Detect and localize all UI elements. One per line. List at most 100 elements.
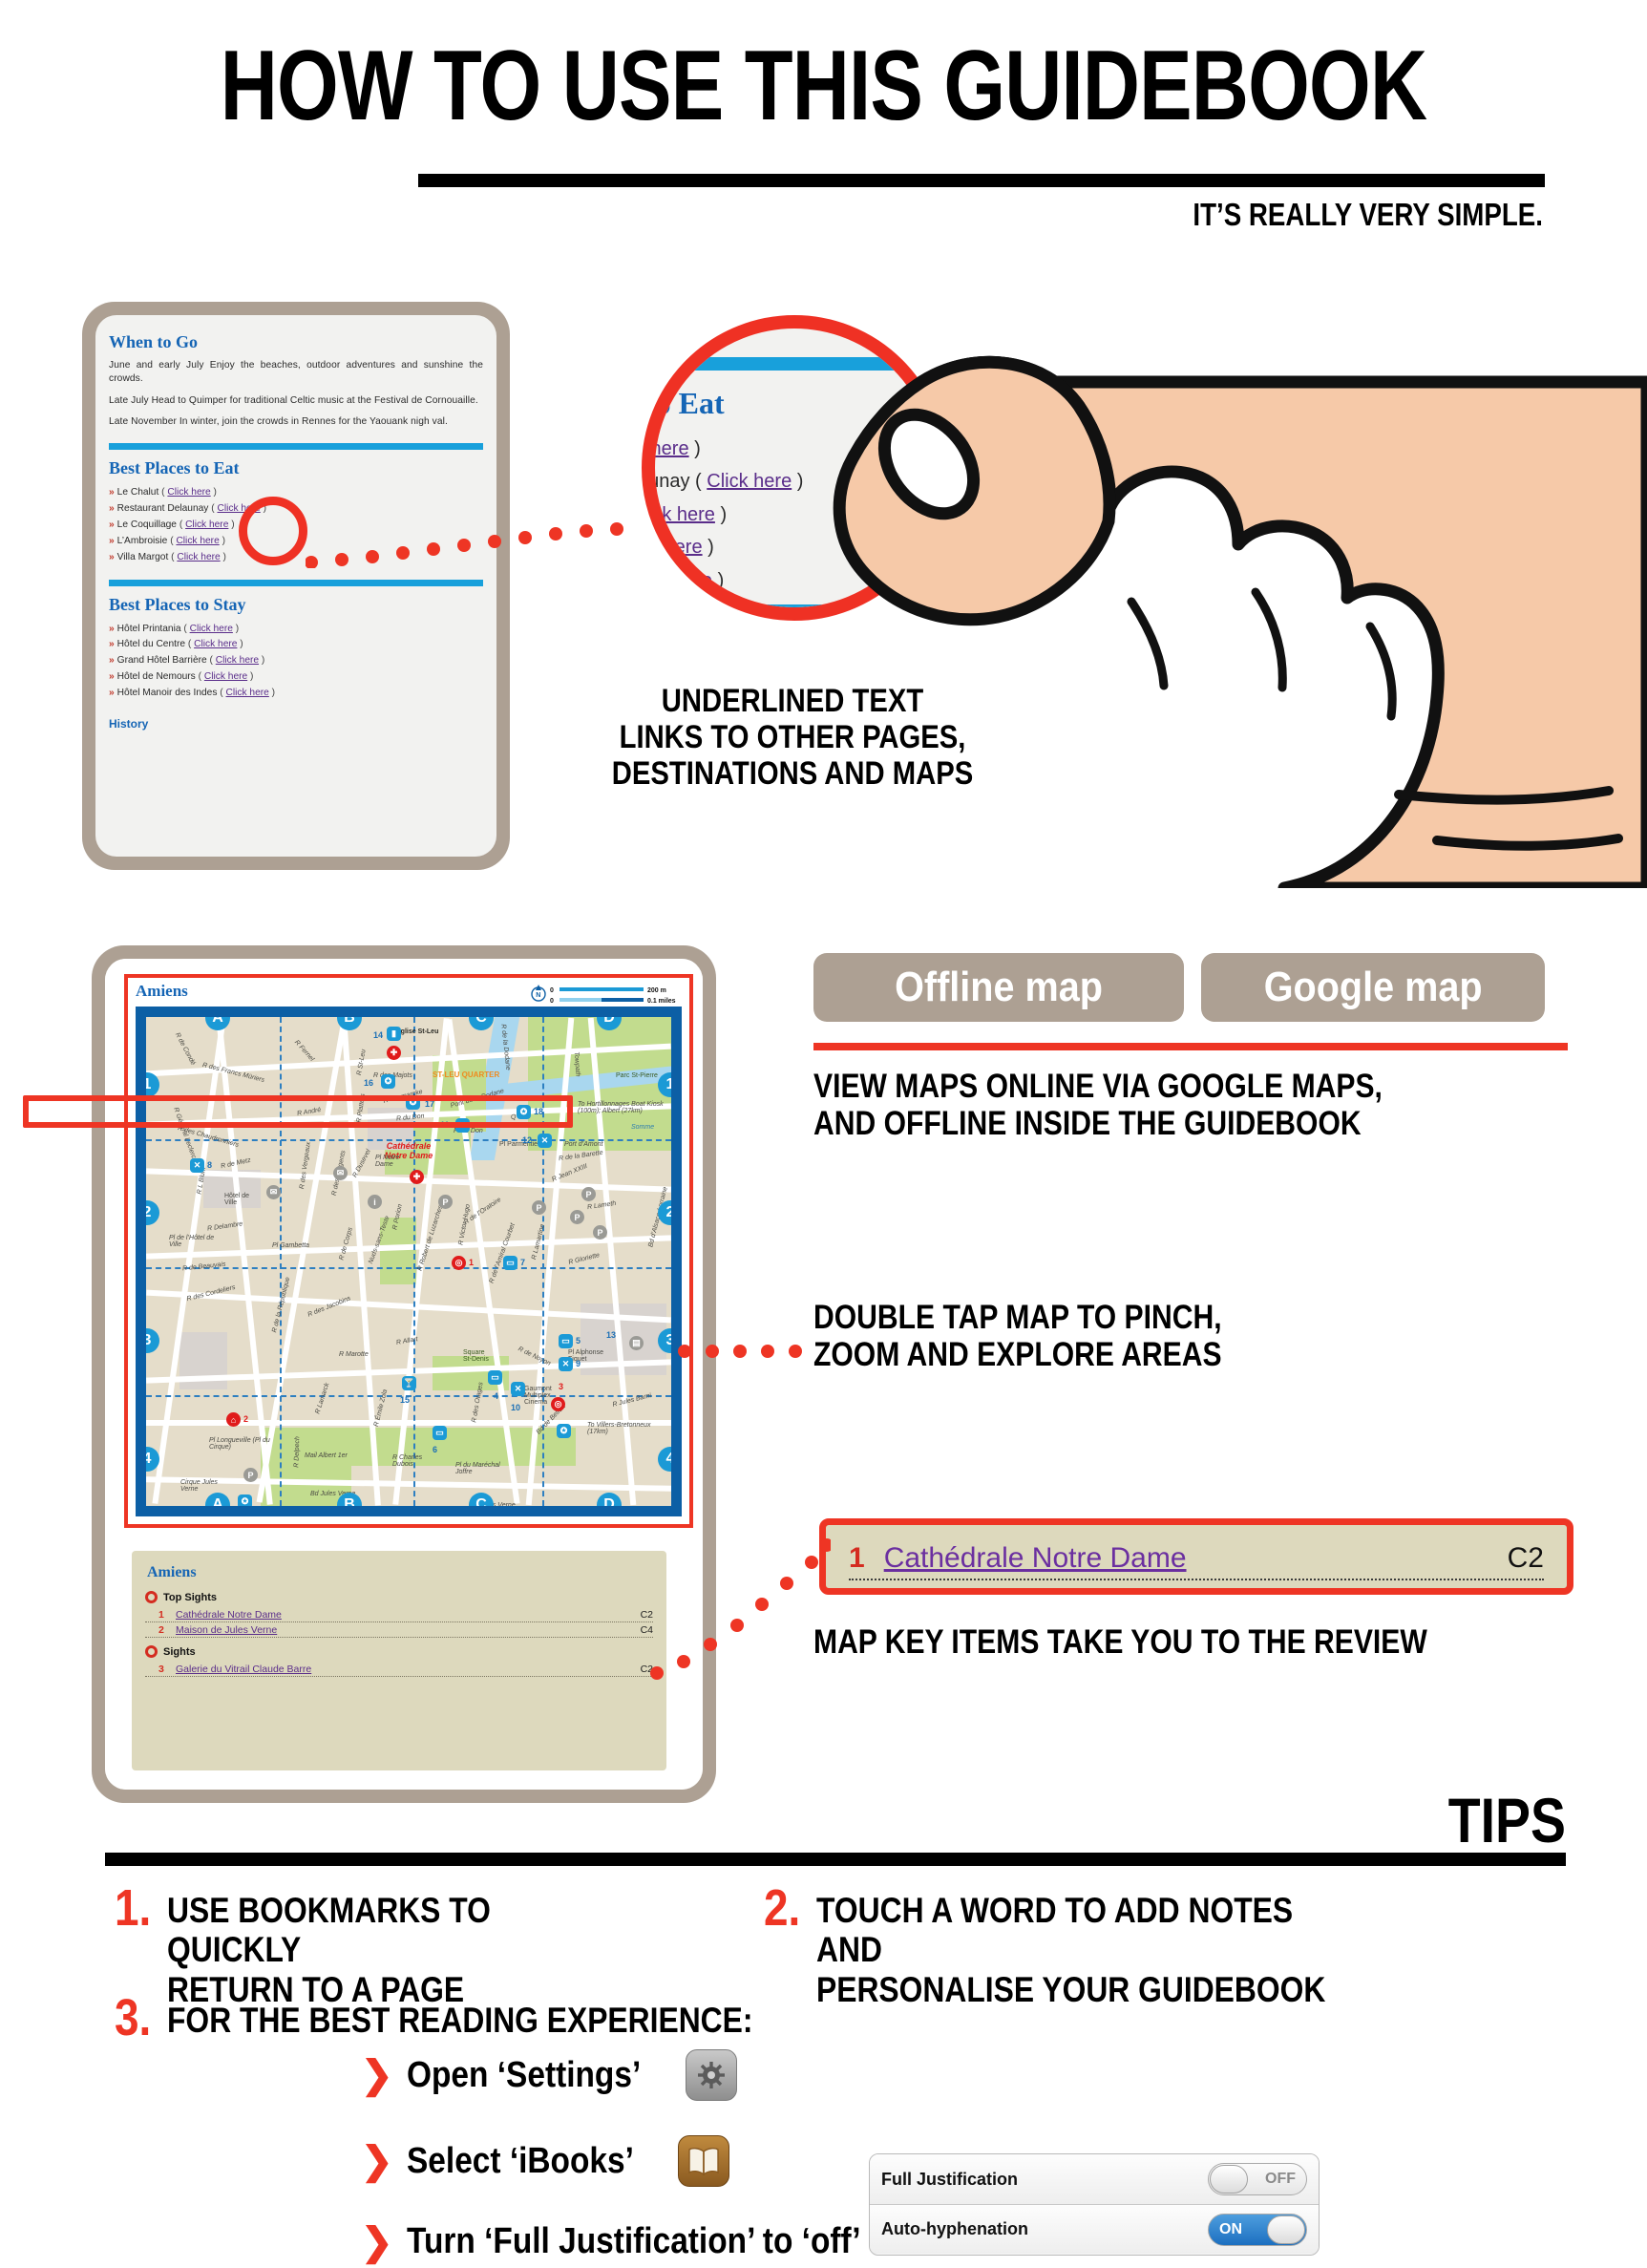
map-pin-parking-icon[interactable]: P xyxy=(581,1187,596,1201)
substep-turn-off-justification[interactable]: ❯ Turn ‘Full Justification’ to ‘off’ xyxy=(361,2221,922,2262)
map-pin-food-icon[interactable]: ✕ xyxy=(538,1134,552,1148)
map-pin-hotel-icon[interactable]: ▭ xyxy=(488,1370,502,1385)
map-pin-sight-icon[interactable]: ◎ xyxy=(452,1256,466,1270)
map-key-row[interactable]: 1 Cathédrale Notre Dame C2 xyxy=(145,1607,653,1622)
offline-map-button[interactable]: Offline map xyxy=(813,953,1184,1022)
map-key-name[interactable]: Maison de Jules Verne xyxy=(176,1624,634,1636)
substep-select-ibooks[interactable]: ❯ Select ‘iBooks’ xyxy=(361,2135,729,2187)
click-here-link[interactable]: Click here xyxy=(176,536,219,546)
map-point-number[interactable]: 13 xyxy=(606,1330,616,1340)
map-pin-parking-icon[interactable]: P xyxy=(532,1200,546,1215)
map-pin-parking-icon[interactable]: P xyxy=(570,1210,584,1224)
list-item[interactable]: » Hôtel du Centre ( Click here ) xyxy=(109,637,483,653)
click-here-link[interactable]: Click here xyxy=(167,487,210,498)
map-point-number[interactable]: 14 xyxy=(373,1030,383,1040)
map-pin-star-icon[interactable]: ✪ xyxy=(557,1424,571,1438)
magnified-link[interactable]: Click here xyxy=(655,504,715,525)
map-pin-food-icon[interactable]: ✕ xyxy=(559,1357,573,1371)
connector-dots-callout xyxy=(650,1538,831,1680)
map-point-number[interactable]: 15 xyxy=(400,1395,410,1405)
map-point-number[interactable]: 1 xyxy=(469,1258,474,1267)
map-key-row[interactable]: 2 Maison de Jules Verne C4 xyxy=(145,1622,653,1638)
map-pin-parking-icon[interactable]: P xyxy=(593,1225,607,1240)
map-point-number[interactable]: 10 xyxy=(511,1403,520,1412)
map-point-number[interactable]: 2 xyxy=(243,1414,248,1424)
map-pin-monument-icon[interactable]: ❶ xyxy=(469,1506,483,1516)
map-key-name[interactable]: Cathédrale Notre Dame xyxy=(176,1609,634,1621)
substep-open-settings[interactable]: ❯ Open ‘Settings’ xyxy=(361,2049,738,2101)
map-pin-info-icon[interactable]: i xyxy=(368,1195,382,1209)
map-point-number[interactable]: 6 xyxy=(433,1445,437,1454)
map-point-number[interactable]: 4 xyxy=(494,1391,498,1401)
map-key-callout-box[interactable]: 1 Cathédrale Notre Dame C2 xyxy=(819,1518,1573,1595)
list-item[interactable]: » Hôtel Printania ( Click here ) xyxy=(109,622,483,638)
callout-name-link[interactable]: Cathédrale Notre Dame xyxy=(884,1542,1489,1575)
click-here-link[interactable]: Click here xyxy=(194,639,237,649)
map-pin-food-icon[interactable]: ✕ xyxy=(190,1158,204,1173)
map-pin-hotel-icon[interactable]: ▭ xyxy=(559,1334,573,1348)
map-pin-post-icon[interactable]: ✉ xyxy=(266,1185,281,1199)
auto-hyphenation-toggle[interactable]: ON xyxy=(1208,2213,1307,2246)
connector-dots-magnifier xyxy=(306,522,623,568)
list-item[interactable]: » Hôtel de Nemours ( Click here ) xyxy=(109,669,483,686)
map-point-number[interactable]: 16 xyxy=(364,1078,373,1088)
click-here-link[interactable]: Click here xyxy=(226,688,269,698)
click-here-link[interactable]: Click here xyxy=(204,671,247,682)
list-item[interactable]: » Le Chalut ( Click here ) xyxy=(109,485,483,501)
click-here-link[interactable]: Click here xyxy=(185,519,228,530)
caption-line-2: ZOOM AND EXPLORE AREAS xyxy=(813,1336,1222,1374)
map-label: Cirque Jules Verne xyxy=(180,1479,218,1493)
click-here-link[interactable]: Click here xyxy=(190,624,233,634)
full-justification-toggle[interactable]: OFF xyxy=(1208,2163,1307,2195)
paren-open: ( xyxy=(170,535,174,546)
map-pin-bar-icon[interactable]: 🍸 xyxy=(402,1376,416,1390)
click-here-link[interactable]: Click here xyxy=(216,655,259,666)
map-key-name[interactable]: Galerie du Vitrail Claude Barre xyxy=(176,1664,634,1675)
map-point-number[interactable]: 5 xyxy=(576,1336,581,1346)
map-pin-church-icon[interactable]: ✚ xyxy=(387,1046,401,1060)
map-label: R Fernel xyxy=(292,1039,316,1063)
book-icon[interactable] xyxy=(677,2135,729,2187)
map-pin-food-icon[interactable]: ✕ xyxy=(511,1382,525,1396)
click-here-link[interactable]: Click here xyxy=(177,552,220,562)
callout-coordinate: C2 xyxy=(1507,1542,1544,1574)
settings-row-full-justification[interactable]: Full Justification OFF xyxy=(870,2154,1319,2204)
map-key-row[interactable]: 3 Galerie du Vitrail Claude Barre C2 xyxy=(145,1662,653,1677)
map-pin-parking-icon[interactable]: P xyxy=(438,1195,453,1209)
map-pin-museum-icon[interactable]: ⌂ xyxy=(406,1510,420,1516)
map-label-eglise: Église St-Leu xyxy=(396,1028,439,1035)
map-point-number[interactable]: 7 xyxy=(520,1258,525,1267)
map-point-number[interactable]: 12 xyxy=(522,1135,532,1145)
map-point-number[interactable]: 8 xyxy=(207,1160,212,1170)
map-pin-post-icon[interactable]: ✉ xyxy=(333,1166,348,1180)
list-item[interactable]: » Grand Hôtel Barrière ( Click here ) xyxy=(109,653,483,669)
map-canvas[interactable]: A B C D A B C D 1 2 3 4 1 2 3 4 R de Con… xyxy=(136,1007,682,1516)
settings-row-auto-hyphenation[interactable]: Auto-hyphenation ON xyxy=(870,2204,1319,2254)
map-pin-hotel-icon[interactable]: ▭ xyxy=(503,1256,517,1270)
map-grid-number-4-right: 4 xyxy=(658,1447,671,1472)
place-name: L’Ambroisie xyxy=(116,535,168,546)
map-key-callout-row[interactable]: 1 Cathédrale Notre Dame C2 xyxy=(849,1542,1544,1580)
map-pin-museum-icon[interactable]: ⌂ xyxy=(226,1412,241,1427)
map-pin-star-icon[interactable]: ✪ xyxy=(381,1074,395,1089)
list-item[interactable]: » Hôtel Manoir des Indes ( Click here ) xyxy=(109,686,483,702)
caption-double-tap: DOUBLE TAP MAP TO PINCH, ZOOM AND EXPLOR… xyxy=(813,1299,1552,1373)
map-pin-icon[interactable]: ▮ xyxy=(387,1027,401,1041)
google-map-button[interactable]: Google map xyxy=(1201,953,1545,1022)
substep-label: Open ‘Settings’ xyxy=(406,2054,641,2095)
map-point-number[interactable]: 9 xyxy=(576,1359,581,1368)
map-point-number[interactable]: 3 xyxy=(559,1382,563,1391)
map-pin-hotel-icon[interactable]: ▭ xyxy=(433,1426,447,1440)
map-pin-parking-icon[interactable]: P xyxy=(243,1468,258,1482)
magnified-link[interactable]: Click here xyxy=(707,471,792,492)
map-pin-train-icon[interactable]: ▤ xyxy=(629,1336,644,1350)
map-pin-church-icon[interactable]: ✚ xyxy=(410,1170,424,1184)
magnified-link[interactable]: here xyxy=(674,570,712,591)
offline-map-container[interactable]: Amiens N 0 200 m 0 0.1 miles A B C D A B… xyxy=(124,974,693,1528)
bullet-icon: » xyxy=(109,688,115,699)
magnified-link[interactable]: k here xyxy=(655,438,689,459)
gear-icon[interactable] xyxy=(686,2049,738,2101)
map-pin-sight-icon[interactable]: ◎ xyxy=(551,1397,565,1411)
map-pin-star-icon[interactable]: ✪ xyxy=(238,1494,252,1506)
magnified-link[interactable]: ck here xyxy=(655,537,703,558)
